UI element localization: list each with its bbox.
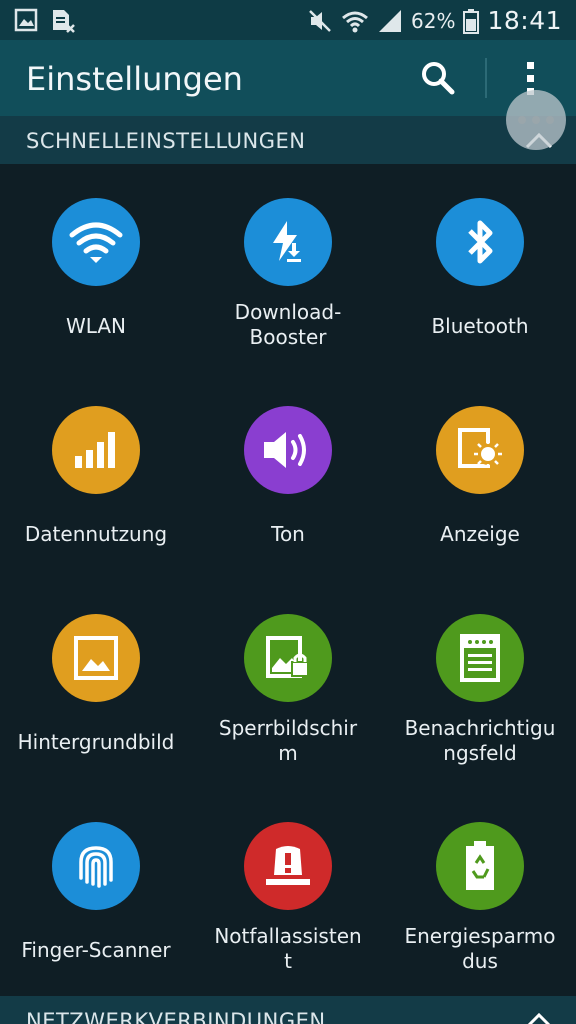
quick-setting-label: Finger-Scanner bbox=[21, 938, 171, 962]
section-header-quick-settings[interactable]: SCHNELLEINSTELLUNGEN bbox=[0, 116, 576, 164]
quick-setting-label: Notfallassisten t bbox=[214, 924, 362, 973]
page-title: Einstellungen bbox=[26, 60, 243, 98]
quick-setting-label: Benachrichtigu ngsfeld bbox=[404, 716, 556, 765]
app-bar: Einstellungen bbox=[0, 40, 576, 116]
bluetooth-icon bbox=[436, 198, 524, 286]
search-icon[interactable] bbox=[418, 58, 458, 98]
section-header-network-connections[interactable]: NETZWERKVERBINDUNGEN bbox=[0, 996, 576, 1024]
quick-setting-sound[interactable]: Ton bbox=[192, 372, 384, 580]
toolbar-divider bbox=[485, 58, 487, 98]
quick-setting-lock-screen[interactable]: Sperrbildschir m bbox=[192, 580, 384, 788]
quick-setting-finger-scanner[interactable]: Finger-Scanner bbox=[0, 788, 192, 996]
section-title: SCHNELLEINSTELLUNGEN bbox=[26, 129, 306, 153]
notification-panel-icon bbox=[436, 614, 524, 702]
status-bar: 62% 18:41 bbox=[0, 0, 576, 40]
quick-setting-notification-panel[interactable]: Benachrichtigu ngsfeld bbox=[384, 580, 576, 788]
quick-setting-label: WLAN bbox=[65, 314, 127, 338]
floating-more-button[interactable] bbox=[506, 90, 566, 150]
quick-settings-grid: WLAN Download- Booster Bluetooth Datennu… bbox=[0, 164, 576, 996]
quick-setting-label: Energiesparmo dus bbox=[404, 924, 556, 973]
gallery-notification-icon bbox=[14, 8, 38, 32]
quick-setting-download-booster[interactable]: Download- Booster bbox=[192, 164, 384, 372]
wifi-icon bbox=[342, 11, 368, 32]
quick-setting-wlan[interactable]: WLAN bbox=[0, 164, 192, 372]
wallpaper-icon bbox=[52, 614, 140, 702]
quick-setting-label: Datennutzung bbox=[24, 522, 168, 546]
emergency-icon bbox=[244, 822, 332, 910]
fingerprint-icon bbox=[52, 822, 140, 910]
quick-setting-emergency-assistant[interactable]: Notfallassisten t bbox=[192, 788, 384, 996]
quick-setting-label: Hintergrundbild bbox=[17, 730, 175, 754]
quick-setting-label: Sperrbildschir m bbox=[218, 716, 358, 765]
quick-setting-power-saving[interactable]: Energiesparmo dus bbox=[384, 788, 576, 996]
section-title: NETZWERKVERBINDUNGEN bbox=[26, 1009, 326, 1024]
data-usage-icon bbox=[52, 406, 140, 494]
quick-setting-display[interactable]: Anzeige bbox=[384, 372, 576, 580]
download-booster-icon bbox=[244, 198, 332, 286]
lock-screen-icon bbox=[244, 614, 332, 702]
quick-setting-label: Ton bbox=[271, 522, 305, 546]
signal-icon bbox=[379, 9, 401, 32]
chevron-up-icon[interactable] bbox=[524, 1010, 554, 1024]
speaker-icon bbox=[244, 406, 332, 494]
quick-setting-label: Download- Booster bbox=[234, 300, 342, 349]
sim-notification-icon bbox=[53, 10, 75, 33]
quick-setting-label: Bluetooth bbox=[431, 314, 529, 338]
battery-icon bbox=[463, 8, 480, 34]
quick-setting-data-usage[interactable]: Datennutzung bbox=[0, 372, 192, 580]
quick-setting-label: Anzeige bbox=[440, 522, 520, 546]
display-icon bbox=[436, 406, 524, 494]
battery-percent: 62% bbox=[411, 8, 456, 33]
mute-icon bbox=[309, 9, 331, 32]
quick-setting-wallpaper[interactable]: Hintergrundbild bbox=[0, 580, 192, 788]
clock: 18:41 bbox=[487, 6, 562, 35]
power-saving-icon bbox=[436, 822, 524, 910]
quick-setting-bluetooth[interactable]: Bluetooth bbox=[384, 164, 576, 372]
wifi-icon bbox=[52, 198, 140, 286]
